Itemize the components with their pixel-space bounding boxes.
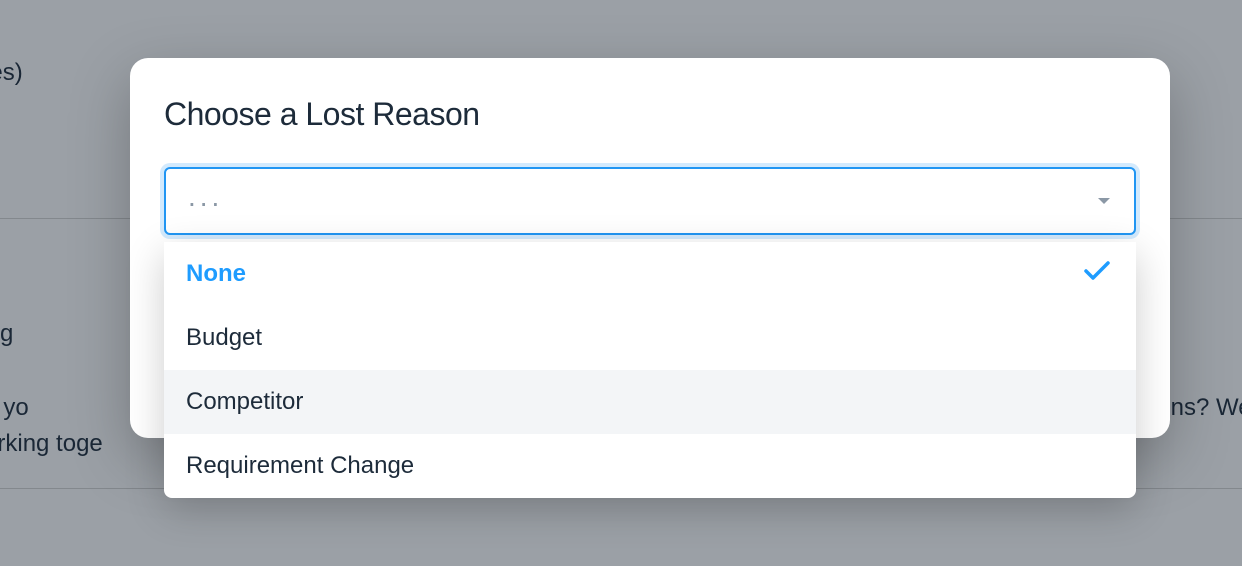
modal-title: Choose a Lost Reason	[164, 96, 1136, 133]
option-budget[interactable]: Budget	[164, 306, 1136, 370]
check-icon	[1084, 260, 1110, 288]
option-requirement-change[interactable]: Requirement Change	[164, 434, 1136, 498]
background-text: to working toge	[0, 426, 103, 462]
option-label: Budget	[186, 324, 262, 352]
background-text: g	[0, 316, 13, 352]
option-label: Requirement Change	[186, 452, 414, 480]
reason-select[interactable]: ...	[164, 167, 1136, 235]
lost-reason-modal: Choose a Lost Reason ... None Budget Com…	[130, 58, 1170, 438]
background-text: k in with yo	[0, 390, 29, 426]
reason-dropdown: None Budget Competitor Requirement Chang…	[164, 242, 1136, 498]
option-none[interactable]: None	[164, 242, 1136, 306]
caret-down-icon	[1098, 198, 1110, 204]
option-label: None	[186, 260, 246, 288]
select-placeholder: ...	[188, 181, 223, 213]
option-competitor[interactable]: Competitor	[164, 370, 1136, 434]
option-label: Competitor	[186, 388, 303, 416]
background-text: Haines)	[0, 55, 23, 91]
reason-select-container: ... None Budget Competitor Requirement C…	[164, 167, 1136, 235]
